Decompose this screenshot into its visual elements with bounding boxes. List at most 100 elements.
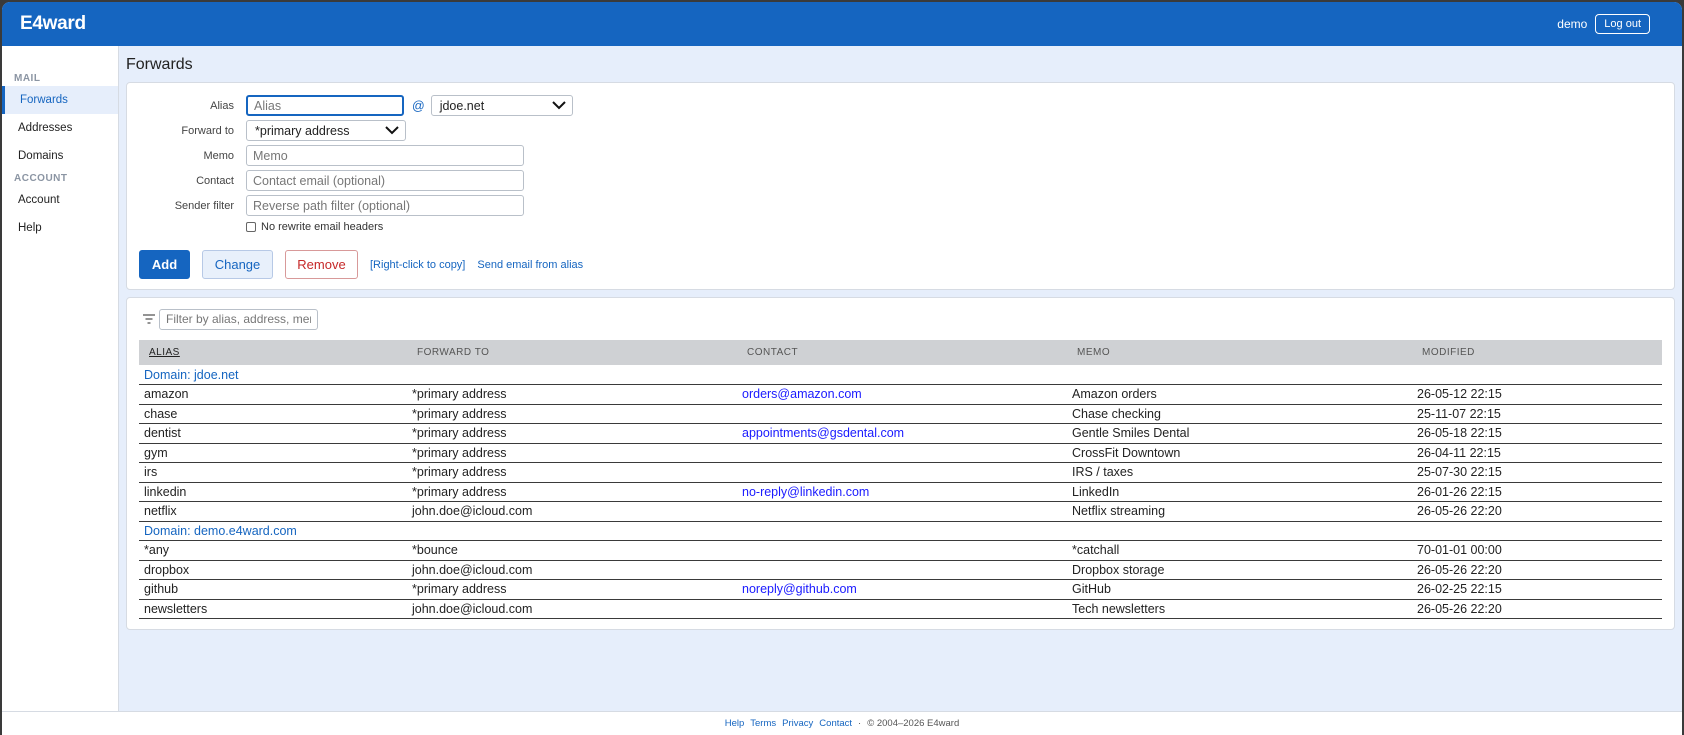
table-row[interactable]: gym *primary address CrossFit Downtown 26-0… <box>139 443 1662 463</box>
column-header-contact[interactable]: CONTACT <box>737 340 1067 365</box>
app-window: E4ward demo Log out MAIL Forwards Addres… <box>2 2 1682 735</box>
sidebar-item-domains[interactable]: Domains <box>2 142 118 170</box>
change-button[interactable]: Change <box>202 250 273 279</box>
domain-select[interactable]: jdoe.net <box>430 95 573 116</box>
table-row[interactable]: github *primary address noreply@github.com… <box>139 579 1662 600</box>
cell-modified: 26-05-18 22:15 <box>1412 423 1662 444</box>
cell-contact <box>737 560 1067 580</box>
forwards-table: ALIAS FORWARD TO CONTACT MEMO MODIFIED D… <box>139 340 1662 619</box>
cell-modified: 26-05-12 22:15 <box>1412 384 1662 405</box>
sidebar-item-addresses[interactable]: Addresses <box>2 114 118 142</box>
cell-modified: 26-01-26 22:15 <box>1412 482 1662 502</box>
cell-alias: github <box>139 579 407 600</box>
filter-input[interactable] <box>159 308 318 330</box>
add-button[interactable]: Add <box>139 250 190 279</box>
cell-alias: dropbox <box>139 560 407 580</box>
footer-link-contact[interactable]: Contact <box>819 718 852 729</box>
sidebar-item-forwards[interactable]: Forwards <box>2 86 118 114</box>
footer-copyright: © 2004–2026 E4ward <box>867 718 960 729</box>
sender-filter-input[interactable] <box>246 195 524 216</box>
cell-forward-to: john.doe@icloud.com <box>407 599 737 619</box>
user-area: demo Log out <box>1557 14 1650 34</box>
contact-label: Contact <box>196 174 234 187</box>
cell-memo: CrossFit Downtown <box>1067 443 1412 463</box>
domain-group-row: Domain: jdoe.net <box>139 365 1662 385</box>
column-header-modified[interactable]: MODIFIED <box>1412 340 1662 365</box>
footer-link-terms[interactable]: Terms <box>750 718 776 729</box>
memo-input[interactable] <box>246 145 524 166</box>
domain-group-label: Domain: demo.e4ward.com <box>139 521 1662 541</box>
cell-contact[interactable]: noreply@github.com <box>737 579 1067 600</box>
cell-contact <box>737 443 1067 463</box>
logout-button[interactable]: Log out <box>1595 14 1650 34</box>
cell-contact[interactable]: appointments@gsdental.com <box>737 423 1067 444</box>
cell-alias: gym <box>139 443 407 463</box>
filter-icon <box>139 314 159 324</box>
cell-modified: 26-04-11 22:15 <box>1412 443 1662 463</box>
chevron-down-icon <box>385 124 399 138</box>
cell-forward-to: *primary address <box>407 443 737 463</box>
cell-memo: GitHub <box>1067 579 1412 600</box>
table-row[interactable]: dropbox john.doe@icloud.com Dropbox storag… <box>139 560 1662 580</box>
remove-button[interactable]: Remove <box>285 250 358 279</box>
table-header-row: ALIAS FORWARD TO CONTACT MEMO MODIFIED <box>139 340 1662 365</box>
cell-memo: Netflix streaming <box>1067 501 1412 522</box>
brand-logo[interactable]: E4ward <box>20 13 86 35</box>
send-email-link[interactable]: Send email from alias <box>477 259 583 271</box>
no-rewrite-checkbox[interactable] <box>246 222 256 232</box>
cell-alias: newsletters <box>139 599 407 619</box>
cell-memo: IRS / taxes <box>1067 462 1412 483</box>
table-row[interactable]: chase *primary address Chase checking 25-11… <box>139 404 1662 424</box>
column-header-memo[interactable]: MEMO <box>1067 340 1412 365</box>
cell-memo: Dropbox storage <box>1067 560 1412 580</box>
cell-alias: linkedin <box>139 482 407 502</box>
cell-memo: Tech newsletters <box>1067 599 1412 619</box>
sender-filter-label: Sender filter <box>174 199 234 212</box>
no-rewrite-option[interactable]: No rewrite email headers <box>139 218 1662 236</box>
table-row[interactable]: irs *primary address IRS / taxes 25-07-30 2… <box>139 462 1662 483</box>
footer-separator: · <box>858 718 862 729</box>
cell-contact <box>737 404 1067 424</box>
at-sign: @ <box>412 98 425 113</box>
cell-memo: Amazon orders <box>1067 384 1412 405</box>
cell-contact <box>737 501 1067 522</box>
page-title: Forwards <box>126 56 193 73</box>
alias-label: Alias <box>210 99 234 112</box>
sidebar: MAIL Forwards Addresses Domains ACCOUNT … <box>2 46 119 711</box>
sidebar-item-account[interactable]: Account <box>2 186 118 214</box>
cell-forward-to: *primary address <box>407 423 737 444</box>
cell-contact[interactable]: no-reply@linkedin.com <box>737 482 1067 502</box>
sidebar-item-help[interactable]: Help <box>2 214 118 242</box>
table-row[interactable]: *any *bounce *catchall 70-01-01 00:00 <box>139 540 1662 561</box>
column-header-alias[interactable]: ALIAS <box>139 340 407 365</box>
cell-contact <box>737 599 1067 619</box>
table-row[interactable]: newsletters john.doe@icloud.com Tech newsl… <box>139 599 1662 619</box>
cell-alias: amazon <box>139 384 407 405</box>
cell-forward-to: *primary address <box>407 384 737 405</box>
contact-input[interactable] <box>246 170 524 191</box>
cell-contact <box>737 462 1067 483</box>
copy-link[interactable]: [Right-click to copy] <box>370 259 465 271</box>
footer-link-help[interactable]: Help <box>725 718 745 729</box>
cell-forward-to: john.doe@icloud.com <box>407 560 737 580</box>
cell-forward-to: *primary address <box>407 482 737 502</box>
memo-label: Memo <box>203 149 234 162</box>
forward-form: Alias @ jdoe.net Forward to *primary add… <box>126 82 1675 290</box>
cell-memo: Gentle Smiles Dental <box>1067 423 1412 444</box>
cell-forward-to: *bounce <box>407 540 737 561</box>
main-content: Forwards Alias @ jdoe.net Forward to <box>119 46 1682 711</box>
alias-input[interactable] <box>246 95 404 116</box>
table-row[interactable]: amazon *primary address orders@amazon.com A… <box>139 384 1662 405</box>
cell-contact[interactable]: orders@amazon.com <box>737 384 1067 405</box>
cell-alias: netflix <box>139 501 407 522</box>
table-row[interactable]: dentist *primary address appointments@gsde… <box>139 423 1662 444</box>
no-rewrite-label: No rewrite email headers <box>261 221 384 233</box>
sidebar-section-mail: MAIL <box>14 73 41 84</box>
cell-forward-to: *primary address <box>407 579 737 600</box>
table-row[interactable]: netflix john.doe@icloud.com Netflix stream… <box>139 501 1662 522</box>
footer-link-privacy[interactable]: Privacy <box>782 718 813 729</box>
column-header-forward-to[interactable]: FORWARD TO <box>407 340 737 365</box>
forward-to-select-value: *primary address <box>255 123 350 138</box>
forward-to-select[interactable]: *primary address <box>246 120 406 141</box>
table-row[interactable]: linkedin *primary address no-reply@linkedi… <box>139 482 1662 502</box>
